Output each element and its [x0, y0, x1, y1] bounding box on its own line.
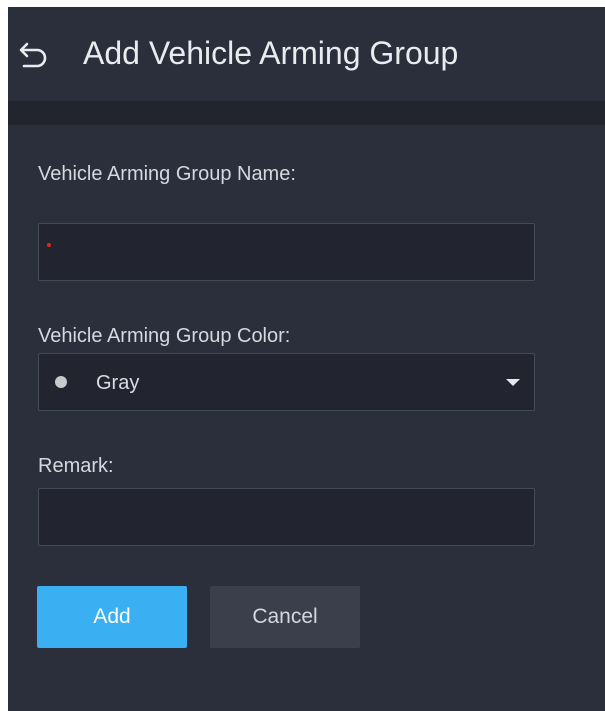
name-label: Vehicle Arming Group Name: [38, 163, 296, 185]
remark-input[interactable] [39, 489, 534, 545]
add-arming-group-panel: Add Vehicle Arming Group Vehicle Arming … [8, 7, 605, 711]
color-swatch [55, 376, 67, 388]
group-name-input[interactable] [39, 224, 534, 280]
cancel-button[interactable]: Cancel [210, 586, 360, 648]
add-button[interactable]: Add [37, 586, 187, 648]
header-divider [8, 101, 605, 125]
required-indicator [47, 243, 51, 247]
remark-label: Remark: [38, 455, 114, 477]
color-select[interactable]: Gray [38, 353, 535, 411]
panel-header: Add Vehicle Arming Group [8, 7, 605, 101]
page-title: Add Vehicle Arming Group [83, 35, 459, 71]
name-field-box [38, 223, 535, 281]
color-label: Vehicle Arming Group Color: [38, 325, 291, 347]
remark-field-box [38, 488, 535, 546]
chevron-down-icon [506, 379, 520, 386]
back-arrow-icon[interactable] [18, 39, 50, 71]
color-select-value: Gray [96, 372, 140, 394]
